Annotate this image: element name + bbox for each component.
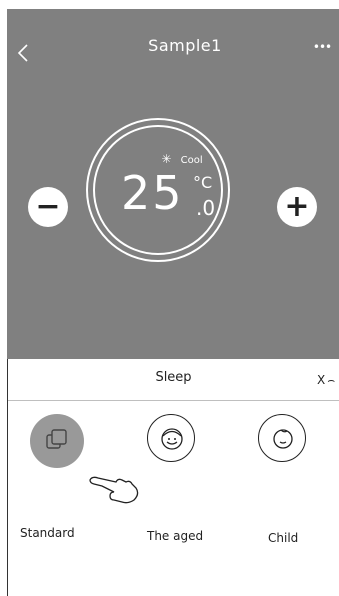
more-dots-icon: ••• (312, 40, 332, 54)
sleep-title: Sleep (155, 370, 192, 385)
mode-label: Cool (180, 155, 203, 166)
temperature-unit: °C (193, 173, 213, 192)
sleep-option-aged[interactable] (147, 414, 195, 462)
sleep-option-child[interactable] (258, 414, 306, 462)
sleep-option-standard[interactable] (30, 414, 84, 468)
decrease-temperature-button[interactable]: − (28, 187, 68, 227)
option-label-standard: Standard (20, 526, 75, 540)
close-button[interactable]: X ⌢ (317, 373, 335, 388)
decimal-digit: 0 (202, 196, 216, 220)
option-label-aged: The aged (147, 529, 204, 543)
chevron-left-icon (17, 44, 28, 62)
device-title: Sample1 (148, 36, 222, 55)
pointing-hand-icon (89, 476, 139, 504)
close-icon: X (317, 373, 326, 387)
temperature-value: 25 (121, 166, 184, 220)
header-divider (8, 400, 339, 401)
increase-temperature-button[interactable]: + (277, 187, 317, 227)
close-curl-glyph: ⌢ (327, 373, 336, 387)
more-button[interactable]: ••• (311, 40, 333, 54)
top-border (7, 0, 337, 9)
back-button[interactable] (10, 40, 36, 66)
sleep-header: Sleep X ⌢ (8, 360, 339, 400)
minus-icon: − (35, 189, 61, 224)
elder-face-icon (161, 428, 183, 450)
plus-icon: + (284, 189, 310, 224)
option-label-child: Child (268, 531, 299, 545)
copy-squares-icon (46, 429, 67, 449)
snowflake-icon: ✳ (161, 152, 172, 166)
child-face-icon (273, 429, 293, 449)
temperature-decimal: .0 (196, 197, 215, 219)
mode-indicator: ✳ Cool (0, 152, 339, 166)
